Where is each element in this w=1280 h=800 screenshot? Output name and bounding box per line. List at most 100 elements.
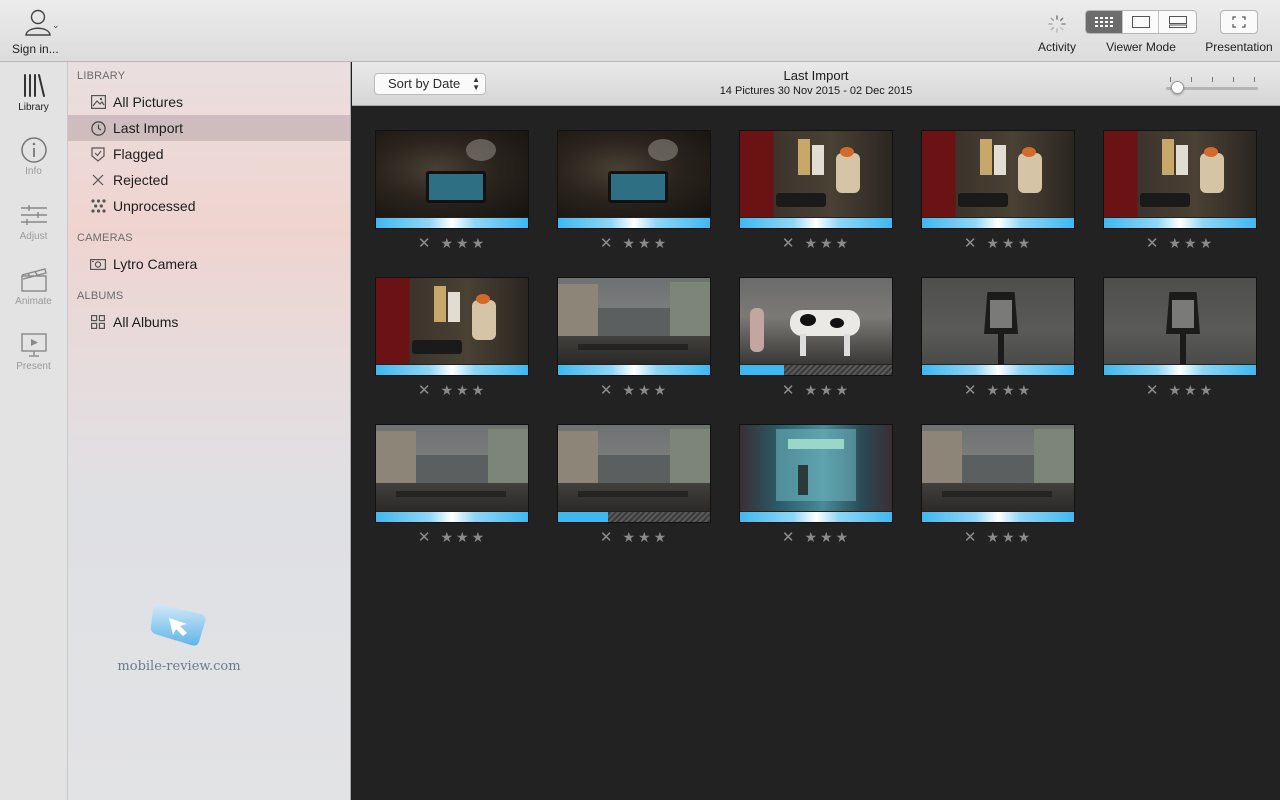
photo-cell[interactable]: ✕ ★ ★ ★ [375, 277, 529, 399]
star-rating-icon[interactable]: ★ [1200, 382, 1214, 398]
photo-thumbnail[interactable] [1103, 277, 1257, 376]
star-rating-icon[interactable]: ★ [472, 235, 486, 251]
photo-thumbnail[interactable] [739, 424, 893, 523]
photo-thumbnail[interactable] [375, 130, 529, 229]
photo-cell[interactable]: ✕ ★ ★ ★ [921, 130, 1075, 252]
photo-cell[interactable]: ✕ ★ ★ ★ [739, 277, 893, 399]
reject-button[interactable]: ✕ [782, 235, 796, 252]
reject-button[interactable]: ✕ [418, 529, 432, 546]
star-rating-icon[interactable]: ★ [1018, 382, 1032, 398]
star-rating-icon[interactable]: ★ [804, 529, 818, 545]
star-rating-icon[interactable]: ★ [836, 529, 850, 545]
star-rating-icon[interactable]: ★ [638, 235, 652, 251]
rail-info[interactable]: Info [0, 136, 67, 177]
star-rating-icon[interactable]: ★ [1200, 235, 1214, 251]
reject-button[interactable]: ✕ [964, 382, 978, 399]
rail-present[interactable]: Present [0, 331, 67, 372]
photo-cell[interactable]: ✕ ★ ★ ★ [375, 130, 529, 252]
thumbnail-size-slider[interactable] [1166, 77, 1258, 97]
reject-button[interactable]: ✕ [418, 235, 432, 252]
star-rating-icon[interactable]: ★ [1018, 235, 1032, 251]
star-rating-icon[interactable]: ★ [1002, 382, 1016, 398]
star-rating-icon[interactable]: ★ [1002, 235, 1016, 251]
reject-button[interactable]: ✕ [1146, 235, 1160, 252]
photo-thumbnail[interactable] [557, 277, 711, 376]
rail-adjust[interactable]: Adjust [0, 201, 67, 242]
star-rating-icon[interactable]: ★ [654, 235, 668, 251]
star-rating-icon[interactable]: ★ [986, 235, 1000, 251]
viewer-mode-filmstrip[interactable] [1159, 11, 1196, 33]
photo-cell[interactable]: ✕ ★ ★ ★ [1103, 130, 1257, 252]
photo-thumbnail[interactable] [921, 424, 1075, 523]
rail-animate[interactable]: Animate [0, 266, 67, 307]
photo-thumbnail[interactable] [921, 130, 1075, 229]
slider-knob[interactable] [1171, 81, 1184, 94]
photo-cell[interactable]: ✕ ★ ★ ★ [557, 277, 711, 399]
star-rating-icon[interactable]: ★ [986, 382, 1000, 398]
sidebar-item-last-import[interactable]: Last Import [68, 115, 350, 141]
reject-button[interactable]: ✕ [418, 382, 432, 399]
star-rating-icon[interactable]: ★ [456, 529, 470, 545]
viewer-mode-single[interactable] [1123, 11, 1160, 33]
reject-button[interactable]: ✕ [600, 235, 614, 252]
photo-cell[interactable]: ✕ ★ ★ ★ [739, 424, 893, 546]
star-rating-icon[interactable]: ★ [456, 235, 470, 251]
star-rating-icon[interactable]: ★ [622, 529, 636, 545]
sidebar-item-unprocessed[interactable]: Unprocessed [68, 193, 350, 219]
star-rating-icon[interactable]: ★ [638, 529, 652, 545]
star-rating-icon[interactable]: ★ [472, 382, 486, 398]
star-rating-icon[interactable]: ★ [456, 382, 470, 398]
sidebar-item-lytro-camera[interactable]: Lytro Camera [68, 251, 350, 277]
star-rating-icon[interactable]: ★ [440, 529, 454, 545]
photo-cell[interactable]: ✕ ★ ★ ★ [557, 130, 711, 252]
star-rating-icon[interactable]: ★ [804, 235, 818, 251]
photo-cell[interactable]: ✕ ★ ★ ★ [375, 424, 529, 546]
photo-cell[interactable]: ✕ ★ ★ ★ [921, 277, 1075, 399]
rail-library[interactable]: Library [0, 72, 67, 113]
reject-button[interactable]: ✕ [964, 235, 978, 252]
star-rating-icon[interactable]: ★ [1184, 382, 1198, 398]
sidebar-item-rejected[interactable]: Rejected [68, 167, 350, 193]
star-rating-icon[interactable]: ★ [986, 529, 1000, 545]
photo-cell[interactable]: ✕ ★ ★ ★ [921, 424, 1075, 546]
star-rating-icon[interactable]: ★ [654, 529, 668, 545]
photo-thumbnail[interactable] [921, 277, 1075, 376]
presentation-button[interactable]: Presentation [1203, 10, 1275, 54]
sidebar-item-all-pictures[interactable]: All Pictures [68, 89, 350, 115]
star-rating-icon[interactable]: ★ [836, 235, 850, 251]
star-rating-icon[interactable]: ★ [440, 382, 454, 398]
star-rating-icon[interactable]: ★ [1002, 529, 1016, 545]
reject-button[interactable]: ✕ [782, 382, 796, 399]
star-rating-icon[interactable]: ★ [820, 529, 834, 545]
photo-thumbnail[interactable] [375, 277, 529, 376]
star-rating-icon[interactable]: ★ [440, 235, 454, 251]
star-rating-icon[interactable]: ★ [820, 235, 834, 251]
star-rating-icon[interactable]: ★ [820, 382, 834, 398]
star-rating-icon[interactable]: ★ [1184, 235, 1198, 251]
photo-thumbnail[interactable] [557, 130, 711, 229]
sidebar-item-all-albums[interactable]: All Albums [68, 309, 350, 335]
reject-button[interactable]: ✕ [1146, 382, 1160, 399]
reject-button[interactable]: ✕ [964, 529, 978, 546]
star-rating-icon[interactable]: ★ [804, 382, 818, 398]
sidebar-item-flagged[interactable]: Flagged [68, 141, 350, 167]
presentation-toggle[interactable] [1220, 10, 1258, 34]
photo-cell[interactable]: ✕ ★ ★ ★ [1103, 277, 1257, 399]
viewer-mode-grid[interactable] [1086, 11, 1123, 33]
reject-button[interactable]: ✕ [600, 382, 614, 399]
star-rating-icon[interactable]: ★ [472, 529, 486, 545]
photo-thumbnail[interactable] [1103, 130, 1257, 229]
star-rating-icon[interactable]: ★ [654, 382, 668, 398]
star-rating-icon[interactable]: ★ [1168, 235, 1182, 251]
reject-button[interactable]: ✕ [600, 529, 614, 546]
reject-button[interactable]: ✕ [782, 529, 796, 546]
star-rating-icon[interactable]: ★ [622, 382, 636, 398]
photo-thumbnail[interactable] [739, 277, 893, 376]
sign-in-button[interactable]: ⌄ Sign in... [10, 8, 70, 58]
photo-thumbnail[interactable] [375, 424, 529, 523]
star-rating-icon[interactable]: ★ [1018, 529, 1032, 545]
activity-button[interactable]: Activity [1036, 10, 1078, 54]
photo-cell[interactable]: ✕ ★ ★ ★ [557, 424, 711, 546]
star-rating-icon[interactable]: ★ [638, 382, 652, 398]
star-rating-icon[interactable]: ★ [622, 235, 636, 251]
